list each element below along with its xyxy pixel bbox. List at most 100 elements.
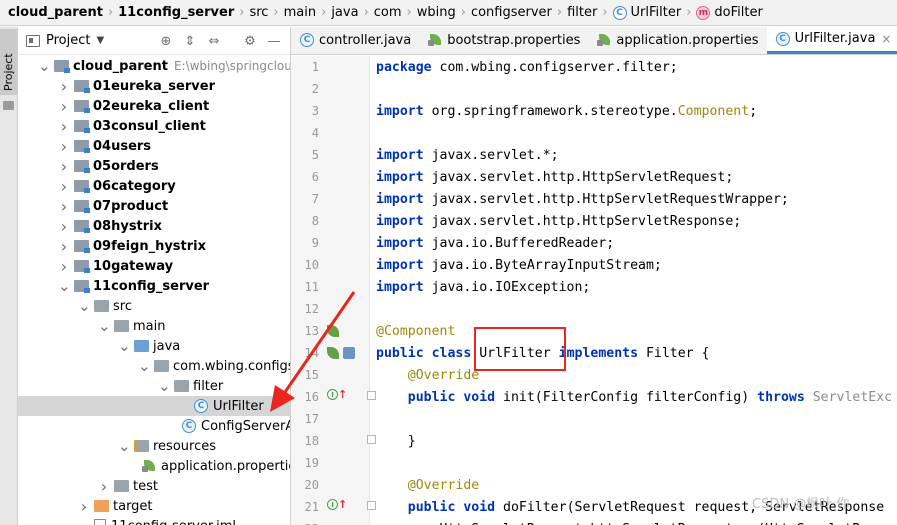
minimize-icon[interactable]: — [266, 33, 282, 49]
tree-item[interactable]: › 03consul_client [18, 116, 290, 136]
chevron-down-icon[interactable]: ⌄ [118, 439, 131, 454]
code-line: 8 import javax.servlet.http.HttpServletRe… [291, 210, 897, 232]
code-text: import javax.servlet.*; [376, 148, 559, 163]
chevron-right-icon[interactable]: › [58, 117, 70, 136]
chevron-right-icon[interactable]: › [78, 497, 90, 516]
line-number: 7 [311, 192, 319, 206]
tree-item[interactable]: ⌄ main [18, 316, 290, 336]
chevron-right-icon[interactable]: › [58, 197, 70, 216]
gear-icon[interactable]: ⚙ [242, 33, 258, 49]
chevron-down-icon[interactable]: ⌄ [98, 319, 111, 334]
chevron-right-icon[interactable]: › [58, 237, 70, 256]
chevron-right-icon[interactable]: › [58, 157, 70, 176]
breadcrumb-item[interactable]: com [374, 5, 402, 20]
folder-icon [174, 380, 189, 392]
breadcrumb-item[interactable]: java [331, 5, 358, 20]
chevron-down-icon[interactable]: ⌄ [78, 299, 91, 314]
tree-item[interactable]: 11config-server.iml [18, 516, 290, 525]
tree-item[interactable]: › 06category [18, 176, 290, 196]
tree-item[interactable]: › 07product [18, 196, 290, 216]
tree-item[interactable]: › 01eureka_server [18, 76, 290, 96]
tree-item[interactable]: › 02eureka_client [18, 96, 290, 116]
code-editor[interactable]: I ↑ I ↑ 1 package com.wbing.configserver.fil… [291, 56, 897, 525]
chevron-right-icon[interactable]: › [58, 77, 70, 96]
breadcrumb-separator: › [602, 5, 608, 20]
tree-item[interactable]: ⌄ 11config_server [18, 276, 290, 296]
chevron-right-icon[interactable]: › [58, 97, 70, 116]
properties-file-icon [428, 33, 443, 47]
module-icon [74, 240, 90, 253]
breadcrumb-separator: › [686, 5, 692, 20]
tree-item[interactable]: ⌄ cloud_parent E:\wbing\springcloud\clo [18, 56, 290, 76]
tree-item[interactable]: › 08hystrix [18, 216, 290, 236]
properties-file-icon [142, 459, 157, 473]
tree-item[interactable]: C ConfigServerApplic [18, 416, 290, 436]
tree-item-label: src [113, 298, 132, 314]
project-tool-tab[interactable]: Project [0, 29, 17, 95]
editor-tab[interactable]: C UrlFilter.java × [766, 27, 897, 54]
folder-icon[interactable] [3, 101, 14, 110]
line-number: 3 [311, 104, 319, 118]
project-tool-tab-label: Project [2, 53, 15, 91]
chevron-right-icon[interactable]: › [98, 477, 110, 496]
line-number: 19 [304, 456, 319, 470]
folder-icon [154, 360, 169, 372]
resources-folder-icon [134, 440, 149, 452]
breadcrumb-item[interactable]: wbing [417, 5, 456, 20]
breadcrumb-item[interactable]: m doFilter [696, 5, 763, 20]
chevron-down-icon[interactable]: ⌄ [158, 379, 171, 394]
editor-tab[interactable]: application.properties [588, 27, 766, 54]
tree-item-label: 02eureka_client [93, 98, 210, 114]
tree-item[interactable]: › 05orders [18, 156, 290, 176]
line-number: 10 [304, 258, 319, 272]
breadcrumb-item[interactable]: C UrlFilter [612, 5, 681, 20]
code-token: java.io.ByteArrayInputStream; [423, 257, 662, 273]
breadcrumb-label: main [283, 5, 317, 20]
breadcrumb-item[interactable]: cloud_parent [8, 5, 103, 20]
tree-item[interactable]: › 10gateway [18, 256, 290, 276]
editor-tab[interactable]: Ccontroller.java [291, 27, 419, 54]
tree-item[interactable]: › target [18, 496, 290, 516]
collapse-all-icon[interactable]: ⇔ [206, 33, 222, 49]
tree-item[interactable]: ⌄ java [18, 336, 290, 356]
breadcrumb-separator: › [556, 5, 563, 20]
chevron-down-icon[interactable]: ▼ [96, 35, 104, 46]
chevron-right-icon[interactable]: › [58, 257, 70, 276]
chevron-right-icon[interactable]: › [58, 177, 70, 196]
tree-item[interactable]: ⌄ src [18, 296, 290, 316]
breadcrumb-item[interactable]: 11config_server [118, 5, 234, 20]
chevron-down-icon[interactable]: ⌄ [118, 339, 131, 354]
code-line: 9 import java.io.BufferedReader; [291, 232, 897, 254]
tree-item-label: target [113, 498, 153, 514]
tree-item[interactable]: C UrlFilter [18, 396, 290, 416]
editor-tab-label: application.properties [616, 32, 759, 48]
chevron-down-icon[interactable]: ⌄ [38, 59, 51, 74]
tree-item[interactable]: › 09feign_hystrix [18, 236, 290, 256]
tree-item-label: 06category [93, 178, 176, 194]
tree-item[interactable]: application.properties [18, 456, 290, 476]
close-icon[interactable]: × [881, 32, 891, 46]
breadcrumb-item[interactable]: main [284, 5, 316, 20]
code-line: 2 [291, 78, 897, 100]
tree-item[interactable]: ⌄ com.wbing.configserve [18, 356, 290, 376]
project-panel-title[interactable]: Project [46, 33, 90, 48]
code-text: import javax.servlet.http.HttpServletReq… [376, 170, 733, 185]
expand-all-icon[interactable]: ⇕ [182, 33, 198, 49]
line-number: 18 [304, 434, 319, 448]
breadcrumb-item[interactable]: src [249, 5, 268, 20]
chevron-right-icon[interactable]: › [58, 217, 70, 236]
code-token: import [376, 235, 424, 251]
chevron-right-icon[interactable]: › [58, 137, 70, 156]
tree-item[interactable]: ⌄ filter [18, 376, 290, 396]
chevron-down-icon[interactable]: ⌄ [58, 279, 71, 294]
code-token: ; [749, 103, 758, 119]
tree-item[interactable]: › 04users [18, 136, 290, 156]
chevron-down-icon[interactable]: ⌄ [138, 359, 151, 374]
tree-item[interactable]: › test [18, 476, 290, 496]
breadcrumb-item[interactable]: configserver [471, 5, 552, 20]
locate-icon[interactable]: ⊕ [158, 33, 174, 49]
tree-item[interactable]: ⌄ resources [18, 436, 290, 456]
breadcrumb-item[interactable]: filter [567, 5, 597, 20]
editor-tab[interactable]: bootstrap.properties [419, 27, 588, 54]
